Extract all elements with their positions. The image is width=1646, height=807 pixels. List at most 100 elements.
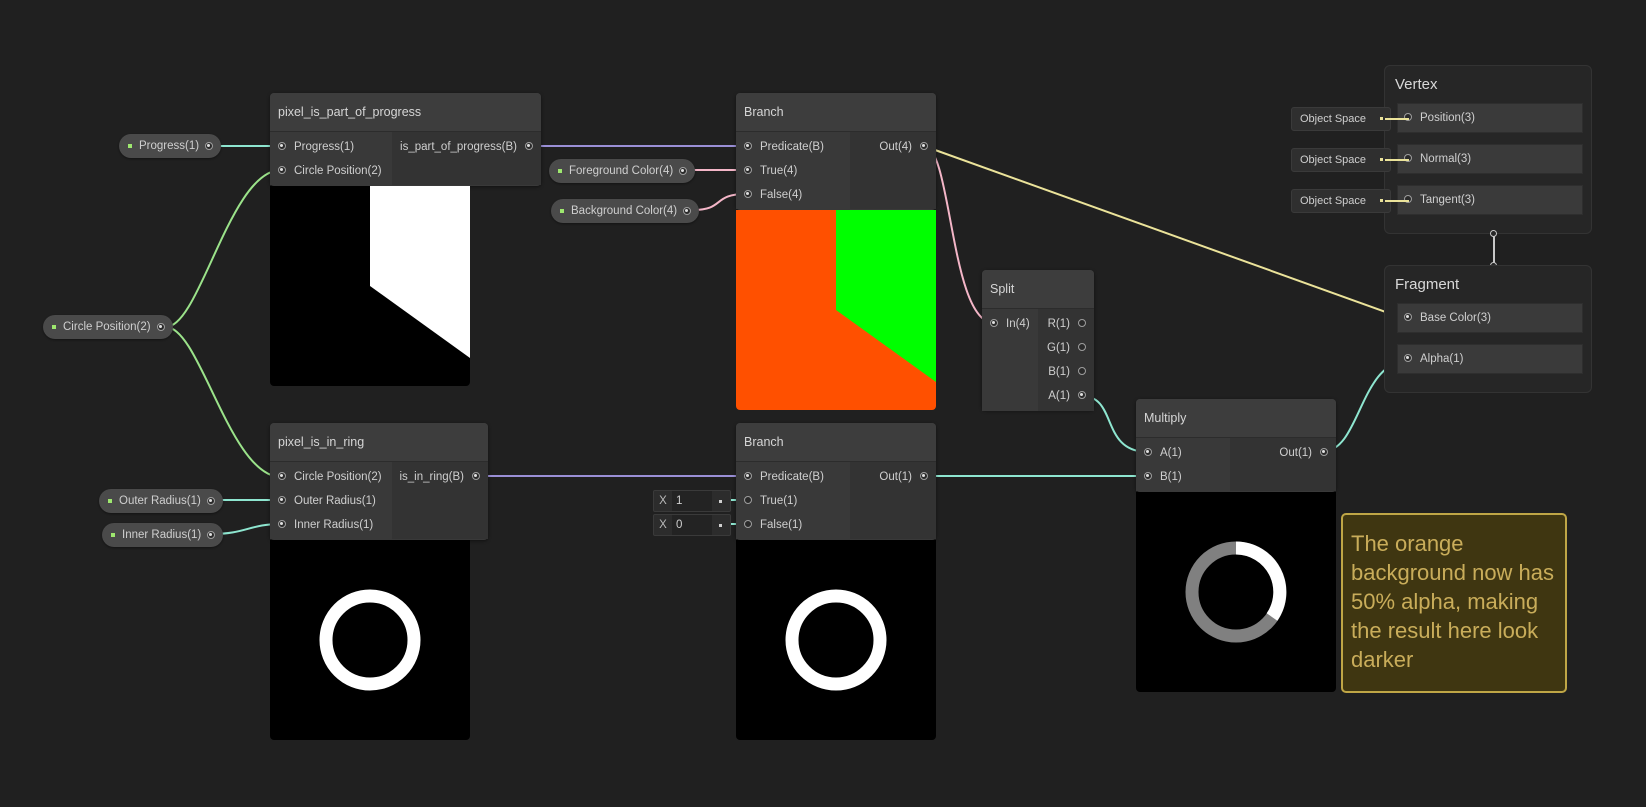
port-label: False(1) — [760, 519, 803, 531]
property-inner-radius[interactable]: Inner Radius(1) — [102, 523, 224, 547]
port-dot-icon[interactable] — [278, 472, 286, 480]
property-background-color[interactable]: Background Color(4) — [551, 199, 700, 223]
property-foreground-color[interactable]: Foreground Color(4) — [549, 159, 696, 183]
node-title: Branch — [736, 93, 936, 132]
output-port-g[interactable]: G(1) — [1038, 336, 1094, 360]
output-port-out[interactable]: Out(1) — [850, 465, 936, 489]
port-dot-icon[interactable] — [1404, 354, 1412, 362]
input-port-predicate[interactable]: Predicate(B) — [736, 465, 850, 489]
port-label: Predicate(B) — [760, 141, 824, 153]
input-port-true[interactable]: True(1) — [736, 489, 850, 513]
port-dot-icon[interactable] — [744, 520, 752, 528]
port-dot-icon[interactable] — [1078, 391, 1086, 399]
output-port-icon[interactable] — [156, 323, 165, 331]
port-dot-icon[interactable] — [1078, 367, 1086, 375]
port-dot-icon[interactable] — [990, 319, 998, 327]
port-dot-icon[interactable] — [744, 496, 752, 504]
property-outer-radius[interactable]: Outer Radius(1) — [99, 489, 223, 513]
vertex-slot-tangent[interactable]: Tangent(3) — [1397, 185, 1583, 215]
output-port-out[interactable]: Out(4) — [850, 135, 936, 159]
port-dot-icon[interactable] — [1404, 195, 1412, 203]
vertex-context[interactable]: Vertex Position(3) Normal(3) Tangent(3) — [1384, 65, 1592, 234]
port-dot-icon[interactable] — [278, 496, 286, 504]
output-port-a[interactable]: A(1) — [1038, 384, 1094, 408]
input-port-inner-radius[interactable]: Inner Radius(1) — [270, 513, 392, 537]
input-port-predicate[interactable]: Predicate(B) — [736, 135, 850, 159]
true-value-field[interactable]: X1 — [653, 490, 731, 512]
false-value-field[interactable]: X0 — [653, 514, 731, 536]
port-dot-icon[interactable] — [744, 472, 752, 480]
input-port-circle-position[interactable]: Circle Position(2) — [270, 465, 392, 489]
input-port-b[interactable]: B(1) — [1136, 465, 1230, 489]
port-label: Circle Position(2) — [294, 165, 382, 177]
input-port-circle-position[interactable]: Circle Position(2) — [270, 159, 392, 183]
input-port-in[interactable]: In(4) — [982, 312, 1038, 336]
port-dot-icon[interactable] — [920, 142, 928, 150]
connector-dot-icon — [1380, 199, 1383, 202]
wire-circle-position-ring — [165, 326, 282, 478]
port-dot-icon[interactable] — [744, 190, 752, 198]
node-split[interactable]: Split In(4) R(1) G(1) B(1) A(1) — [982, 270, 1094, 411]
connector-dot-icon — [719, 500, 722, 503]
sticky-note-text: The orange background now has 50% alpha,… — [1351, 531, 1555, 672]
object-space-tangent[interactable]: Object Space — [1291, 189, 1391, 213]
output-port-icon[interactable] — [207, 531, 216, 539]
property-circle-position[interactable]: Circle Position(2) — [43, 315, 173, 339]
node-pixel-is-in-ring[interactable]: pixel_is_in_ring Circle Position(2) Oute… — [270, 423, 488, 540]
output-port-icon[interactable] — [205, 142, 214, 150]
node-title: Multiply — [1136, 399, 1336, 438]
port-dot-icon[interactable] — [525, 142, 533, 150]
node-branch-color[interactable]: Branch Predicate(B) True(4) False(4) Out… — [736, 93, 936, 210]
node-multiply[interactable]: Multiply A(1) B(1) Out(1) — [1136, 399, 1336, 492]
fragment-slot-alpha[interactable]: Alpha(1) — [1397, 344, 1583, 374]
output-port-is-part-of-progress[interactable]: is_part_of_progress(B) — [392, 135, 541, 159]
input-port-outer-radius[interactable]: Outer Radius(1) — [270, 489, 392, 513]
wire-circle-position-top — [165, 169, 282, 328]
port-dot-icon[interactable] — [472, 472, 480, 480]
port-dot-icon[interactable] — [1078, 343, 1086, 351]
property-label: Outer Radius(1) — [119, 495, 201, 507]
node-pixel-is-part-of-progress[interactable]: pixel_is_part_of_progress Progress(1) Ci… — [270, 93, 541, 186]
vertex-slot-position[interactable]: Position(3) — [1397, 103, 1583, 133]
fragment-context[interactable]: Fragment Base Color(3) Alpha(1) — [1384, 265, 1592, 393]
sticky-note[interactable]: The orange background now has 50% alpha,… — [1341, 513, 1567, 693]
output-port-out[interactable]: Out(1) — [1230, 441, 1336, 465]
output-port-icon[interactable] — [683, 207, 692, 215]
property-type-icon — [52, 325, 56, 329]
node-branch-ring[interactable]: Branch Predicate(B) True(1) False(1) Out… — [736, 423, 936, 540]
port-dot-icon[interactable] — [744, 142, 752, 150]
port-dot-icon[interactable] — [278, 166, 286, 174]
true-value-input[interactable]: 1 — [672, 491, 712, 511]
property-type-icon — [558, 169, 562, 173]
port-dot-icon[interactable] — [1144, 472, 1152, 480]
input-port-a[interactable]: A(1) — [1136, 441, 1230, 465]
port-dot-icon[interactable] — [1404, 154, 1412, 162]
input-port-false[interactable]: False(4) — [736, 183, 850, 207]
input-port-progress[interactable]: Progress(1) — [270, 135, 392, 159]
false-value-input[interactable]: 0 — [672, 515, 712, 535]
port-dot-icon[interactable] — [1404, 313, 1412, 321]
property-progress[interactable]: Progress(1) — [119, 134, 222, 158]
preview-branch-color — [736, 210, 936, 410]
object-space-position[interactable]: Object Space — [1291, 107, 1391, 131]
property-type-icon — [560, 209, 564, 213]
port-dot-icon[interactable] — [1320, 448, 1328, 456]
port-dot-icon[interactable] — [278, 142, 286, 150]
node-title: pixel_is_in_ring — [270, 423, 488, 462]
port-dot-icon[interactable] — [278, 520, 286, 528]
port-dot-icon[interactable] — [744, 166, 752, 174]
output-port-r[interactable]: R(1) — [1038, 312, 1094, 336]
output-port-b[interactable]: B(1) — [1038, 360, 1094, 384]
port-dot-icon[interactable] — [1404, 113, 1412, 121]
input-port-false[interactable]: False(1) — [736, 513, 850, 537]
port-dot-icon[interactable] — [920, 472, 928, 480]
port-dot-icon[interactable] — [1144, 448, 1152, 456]
vertex-slot-normal[interactable]: Normal(3) — [1397, 144, 1583, 174]
input-port-true[interactable]: True(4) — [736, 159, 850, 183]
output-port-is-in-ring[interactable]: is_in_ring(B) — [392, 465, 488, 489]
output-port-icon[interactable] — [206, 497, 215, 505]
output-port-icon[interactable] — [679, 167, 688, 175]
port-dot-icon[interactable] — [1078, 319, 1086, 327]
object-space-normal[interactable]: Object Space — [1291, 148, 1391, 172]
fragment-slot-base-color[interactable]: Base Color(3) — [1397, 303, 1583, 333]
